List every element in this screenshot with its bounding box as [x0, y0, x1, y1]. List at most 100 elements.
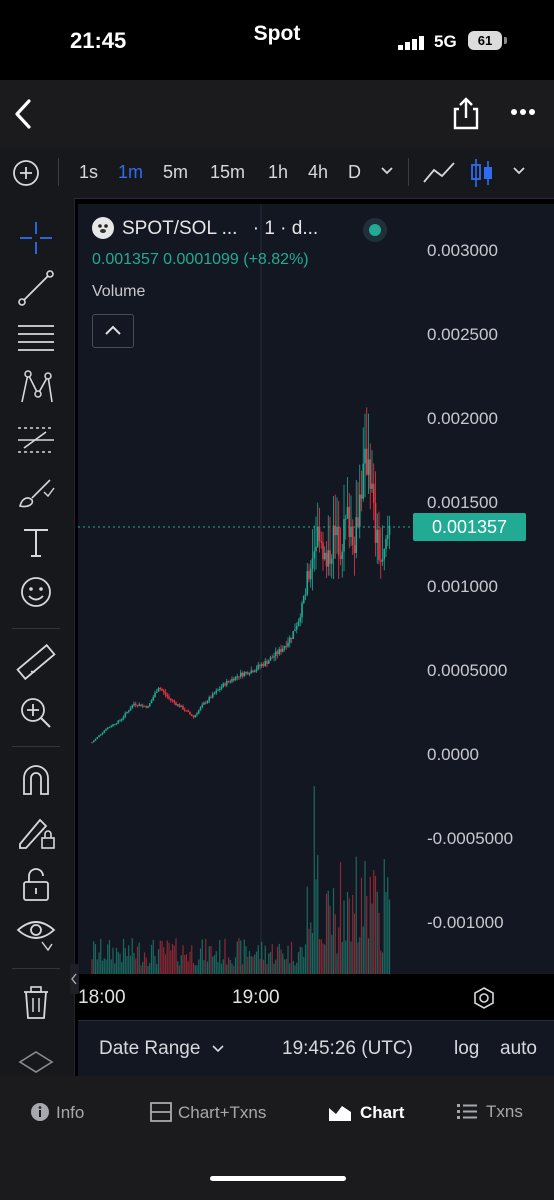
zoom-in-icon[interactable] — [14, 692, 58, 732]
log-scale-button[interactable]: log — [454, 1038, 479, 1060]
volume-bar — [145, 957, 147, 974]
volume-bar — [254, 954, 256, 974]
volume-bar — [332, 888, 335, 974]
candle-body — [281, 648, 284, 652]
unlock-icon[interactable] — [14, 864, 58, 904]
utc-clock[interactable]: 19:45:26 (UTC) — [282, 1038, 413, 1060]
candle-body — [192, 716, 195, 718]
candle-body — [287, 642, 289, 647]
candle-body — [231, 678, 233, 682]
volume-bar — [121, 962, 123, 974]
candle-body — [224, 683, 226, 686]
chevron-down-icon[interactable] — [380, 166, 394, 176]
volume-bar — [250, 956, 252, 974]
candle-body — [105, 729, 107, 731]
volume-bar — [311, 933, 314, 974]
trend-line-icon[interactable] — [14, 268, 58, 308]
timeframe-1s[interactable]: 1s — [79, 162, 98, 183]
timeframe-15m[interactable]: 15m — [210, 162, 245, 183]
volume-bar — [101, 960, 104, 974]
candle-body — [94, 738, 97, 741]
candle-body — [329, 550, 331, 564]
candle-body — [145, 706, 148, 708]
legend-symbol: SPOT/SOL ... — [122, 218, 238, 239]
volume-bar — [117, 952, 119, 974]
volume-bar — [385, 892, 387, 974]
candle-body — [124, 713, 127, 717]
volume-bar — [287, 945, 289, 974]
candle-body — [232, 678, 235, 681]
candles-icon[interactable] — [470, 157, 494, 189]
chevron-left-icon[interactable] — [12, 98, 34, 130]
volume-bar — [136, 946, 139, 974]
volume-bar — [289, 963, 291, 974]
tab-chart-txns[interactable]: Chart+Txns — [150, 1102, 266, 1123]
candle-body — [322, 542, 324, 560]
volume-bar — [245, 946, 247, 974]
volume-bar — [152, 939, 154, 974]
tab-chart[interactable]: Chart — [328, 1102, 404, 1123]
forecast-icon[interactable] — [14, 420, 58, 460]
tab-txns[interactable]: Txns — [456, 1102, 523, 1122]
candle-body — [120, 718, 123, 721]
timeframe-1m[interactable]: 1m — [118, 162, 143, 183]
volume-bar — [198, 959, 200, 974]
pattern-icon[interactable] — [14, 368, 58, 408]
volume-bar — [171, 944, 174, 974]
brush-icon[interactable] — [14, 472, 58, 512]
fib-retracement-icon[interactable] — [14, 318, 58, 358]
volume-bar — [189, 951, 191, 974]
eye-icon[interactable] — [14, 912, 58, 952]
legend-values: 0.001357 0.0001099 (+8.82%) — [92, 251, 309, 268]
volume-bar — [191, 945, 193, 974]
auto-scale-button[interactable]: auto — [500, 1038, 537, 1060]
ruler-icon[interactable] — [14, 642, 58, 682]
trash-icon[interactable] — [14, 982, 58, 1022]
timeframe-1h[interactable]: 1h — [268, 162, 288, 183]
object-tree-icon[interactable] — [14, 1050, 58, 1074]
chevron-down-icon[interactable] — [512, 166, 526, 176]
candle-body — [175, 702, 177, 705]
candle-body — [161, 688, 163, 691]
y-tick: 0.0000 — [427, 745, 479, 764]
candle-body — [344, 518, 347, 520]
legend-interval: · 1 · d... — [252, 218, 319, 239]
candle-body — [365, 448, 368, 475]
volume-bar — [296, 962, 298, 974]
chart-settings-icon[interactable] — [472, 986, 496, 1010]
volume-bar — [219, 940, 221, 974]
magnet-icon[interactable] — [14, 760, 58, 800]
more-icon[interactable] — [510, 108, 536, 116]
volume-bar — [294, 965, 296, 974]
volume-bar — [334, 914, 336, 974]
volume-bar — [196, 965, 198, 974]
share-icon[interactable] — [452, 96, 480, 130]
volume-bar — [255, 951, 258, 974]
volume-bar — [108, 940, 111, 974]
candle-body — [239, 672, 242, 677]
volume-bar — [126, 955, 128, 974]
timeframe-5m[interactable]: 5m — [163, 162, 188, 183]
volume-bar — [168, 942, 170, 974]
text-icon[interactable] — [14, 522, 58, 562]
timeframe-d[interactable]: D — [348, 162, 361, 183]
add-indicator-icon[interactable] — [12, 159, 40, 187]
volume-bar — [339, 862, 342, 974]
volume-bar — [129, 955, 132, 974]
tab-info[interactable]: Info — [30, 1102, 84, 1123]
candle-body — [171, 700, 174, 702]
candle-body — [241, 672, 244, 677]
emoji-icon[interactable] — [14, 572, 58, 612]
volume-bar — [273, 963, 275, 974]
volume-bar — [222, 959, 224, 974]
chevron-left-icon[interactable] — [70, 972, 79, 986]
tab-txns-label: Txns — [486, 1102, 523, 1121]
candle-body — [162, 690, 165, 693]
info-icon — [31, 1103, 49, 1121]
lock-drawings-icon[interactable] — [14, 812, 58, 852]
line-chart-icon[interactable] — [422, 160, 456, 186]
crosshair-icon[interactable] — [14, 218, 58, 258]
date-range-button[interactable]: Date Range — [99, 1038, 224, 1060]
timeframe-4h[interactable]: 4h — [308, 162, 328, 183]
candle-body — [290, 637, 293, 639]
